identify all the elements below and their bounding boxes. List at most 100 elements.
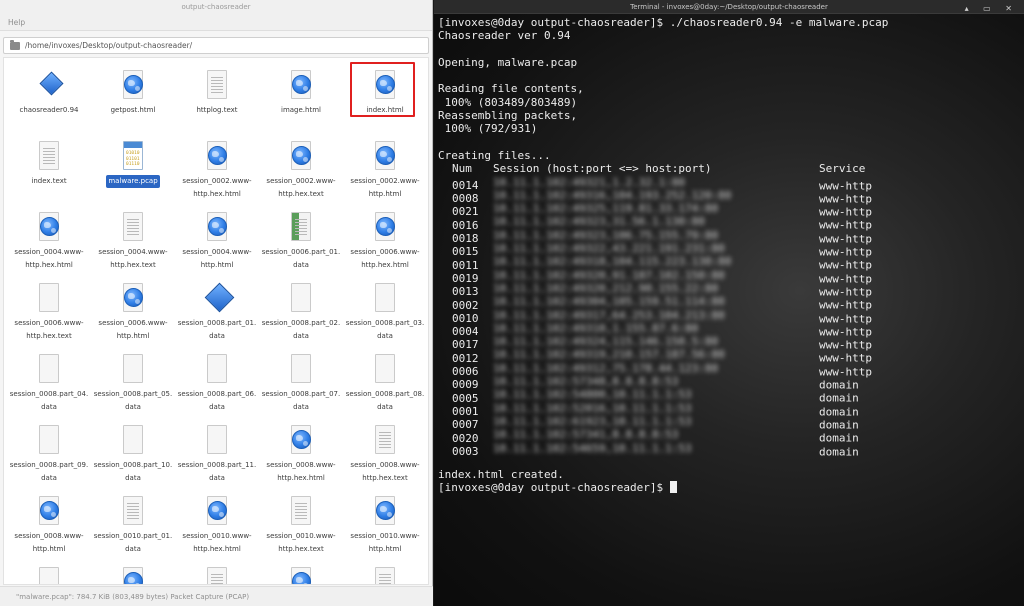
file-name-line1: session_0006.www- (350, 248, 420, 256)
file-item[interactable]: session_0010.www-http.hex.html (175, 487, 259, 557)
file-item[interactable]: session_0008.part_04. data (7, 345, 91, 415)
file-item[interactable]: getpost.html (91, 61, 175, 131)
command: ./chaosreader0.94 -e malware.pcap (669, 16, 889, 29)
file-name-line2: data (209, 332, 225, 340)
window-controls[interactable]: ▴ ▭ ✕ (965, 2, 1018, 16)
file-item[interactable]: session_0008.part_02. data (259, 274, 343, 344)
blank-file-icon (287, 353, 315, 386)
file-name-line1: session_0008.part_04. (9, 390, 89, 398)
session-hosts: 10.11.1.102:49304,105.159.51.114:80 (493, 295, 725, 309)
file-item[interactable]: session_0011.part_01. (7, 558, 91, 584)
menu-bar: Help (0, 14, 432, 31)
web-globe-icon (371, 140, 399, 173)
session-row: 0007 10.11.1.102:61923,10.11.1.1:53 domain (438, 415, 888, 431)
file-label: session_0008.part_11. data (175, 459, 259, 485)
terminal-window[interactable]: Terminal - invoxes@0day:~/Desktop/output… (434, 0, 1024, 606)
file-item[interactable]: session_0004.www-http.html (175, 203, 259, 273)
file-item[interactable]: session_0002.www-http.html (343, 132, 427, 202)
file-icon-view[interactable]: chaosreader0.94 getpost.html httplog.text i… (3, 57, 429, 585)
output-line: Chaosreader ver 0.94 (438, 29, 888, 42)
file-label: session_0004.www-http.html (175, 246, 259, 272)
diamond-icon (203, 282, 235, 315)
session-row: 0019 10.11.1.102:49320,91.187.102.150:80 w… (438, 268, 888, 285)
file-item[interactable]: session_0008.www-http.hex.text (343, 416, 427, 486)
file-name-line1: session_0006.www- (98, 319, 168, 327)
text-file-icon (35, 140, 63, 173)
file-name-line1: session_0004.www- (182, 248, 252, 256)
file-name-line2: http.hex.html (25, 261, 73, 269)
file-item[interactable]: session_0010.part_01. data (91, 487, 175, 557)
file-name-line1: session_0008.part_09. (9, 461, 89, 469)
file-item[interactable]: session_0008.www-http.hex.html (259, 416, 343, 486)
web-globe-icon (371, 495, 399, 528)
file-item[interactable]: session_0008.part_08. data (343, 345, 427, 415)
file-label: session_0008.www-http.html (7, 530, 91, 556)
output-line: index.html created. (438, 468, 888, 481)
command-line: [invoxes@0day output-chaosreader]$ ./cha… (438, 16, 888, 29)
session-row: 0018 10.11.1.102:49323,106.75.155.79:80 ww… (438, 229, 888, 245)
file-item[interactable]: session_0008.part_05. data (91, 345, 175, 415)
file-name-line1: index.text (31, 177, 67, 185)
file-item[interactable]: session_0006.part_01. data (259, 203, 343, 273)
web-globe-icon (119, 566, 147, 584)
session-row: 0001 10.11.1.102:52016,10.11.1.1:53 domain (438, 402, 888, 418)
file-name-line1: session_0006.part_01. (261, 248, 341, 256)
output-line: Creating files... (438, 149, 888, 162)
file-item[interactable]: session_0006.www-http.hex.text (7, 274, 91, 344)
session-hosts: 10.11.1.102:49320,91.187.102.150:80 (493, 268, 725, 282)
file-item[interactable]: session_0012.part_01. (343, 558, 427, 584)
file-item[interactable]: session_0008.part_06. data (175, 345, 259, 415)
file-item[interactable]: session_0010.www-http.html (343, 487, 427, 557)
file-name-line1: session_0008.www- (14, 532, 84, 540)
output-line: 100% (792/931) (438, 122, 888, 135)
file-item[interactable]: session_0002.www-http.hex.html (175, 132, 259, 202)
file-name-line2: data (377, 332, 393, 340)
file-item[interactable]: session_0008.www-http.html (7, 487, 91, 557)
file-item[interactable]: session_0002.www-http.hex.text (259, 132, 343, 202)
file-name-line1: malware.pcap (106, 175, 160, 188)
text-file-icon (371, 424, 399, 457)
file-name-line2: http.hex.html (361, 261, 409, 269)
file-name-line1: session_0010.www- (182, 532, 252, 540)
file-item[interactable]: httplog.text (175, 61, 259, 131)
file-item[interactable]: session_0010.www-http.hex.text (259, 487, 343, 557)
file-item[interactable]: session_0008.part_01. data (175, 274, 259, 344)
file-item[interactable]: session_0011.www- (259, 558, 343, 584)
text-cursor (669, 481, 677, 494)
location-path[interactable]: /home/invoxes/Desktop/output-chaosreader… (25, 41, 192, 50)
image-data-icon (287, 211, 315, 244)
file-item[interactable]: session_0008.part_03. data (343, 274, 427, 344)
file-item[interactable]: chaosreader0.94 (7, 61, 91, 131)
file-name-line1: session_0008.part_08. (345, 390, 425, 398)
prompt: [invoxes@0day output-chaosreader]$ (438, 16, 670, 29)
file-manager-window: output-chaosreader Help /home/invoxes/De… (0, 0, 433, 606)
menu-help[interactable]: Help (8, 18, 25, 27)
file-item[interactable]: index.text (7, 132, 91, 202)
file-name-line2: http.hex.text (278, 545, 324, 553)
file-item[interactable]: session_0004.www-http.hex.text (91, 203, 175, 273)
file-label: session_0008.www-http.hex.text (343, 459, 427, 485)
file-label: session_0008.www-http.hex.html (259, 459, 343, 485)
file-item[interactable]: image.html (259, 61, 343, 131)
session-row: 0016 10.11.1.102:49323,31.56.1.130:80 www-… (438, 215, 888, 231)
file-item[interactable]: session_0006.www-http.hex.html (343, 203, 427, 273)
file-item[interactable]: session_0008.part_11. data (175, 416, 259, 486)
file-item[interactable]: session_0008.part_10. data (91, 416, 175, 486)
file-label: session_0008.part_04. data (7, 388, 91, 414)
file-item[interactable]: session_0011.www- (175, 558, 259, 584)
web-globe-icon (203, 140, 231, 173)
web-globe-icon (35, 495, 63, 528)
location-bar[interactable]: /home/invoxes/Desktop/output-chaosreader… (3, 37, 429, 54)
file-item[interactable]: malware.pcap (91, 132, 175, 202)
session-row: 0005 10.11.1.102:54800,10.11.1.1:53 domain (438, 388, 888, 404)
file-item[interactable]: session_0004.www-http.hex.html (7, 203, 91, 273)
terminal-output[interactable]: [invoxes@0day output-chaosreader]$ ./cha… (438, 16, 888, 495)
file-item[interactable]: session_0008.part_09. data (7, 416, 91, 486)
file-item[interactable]: session_0011.www- (91, 558, 175, 584)
file-item[interactable]: session_0008.part_07. data (259, 345, 343, 415)
file-name-line1: session_0008.www- (350, 461, 420, 469)
file-item[interactable]: session_0006.www-http.html (91, 274, 175, 344)
file-label: session_0006.www-http.hex.html (343, 246, 427, 272)
text-file-icon (119, 495, 147, 528)
